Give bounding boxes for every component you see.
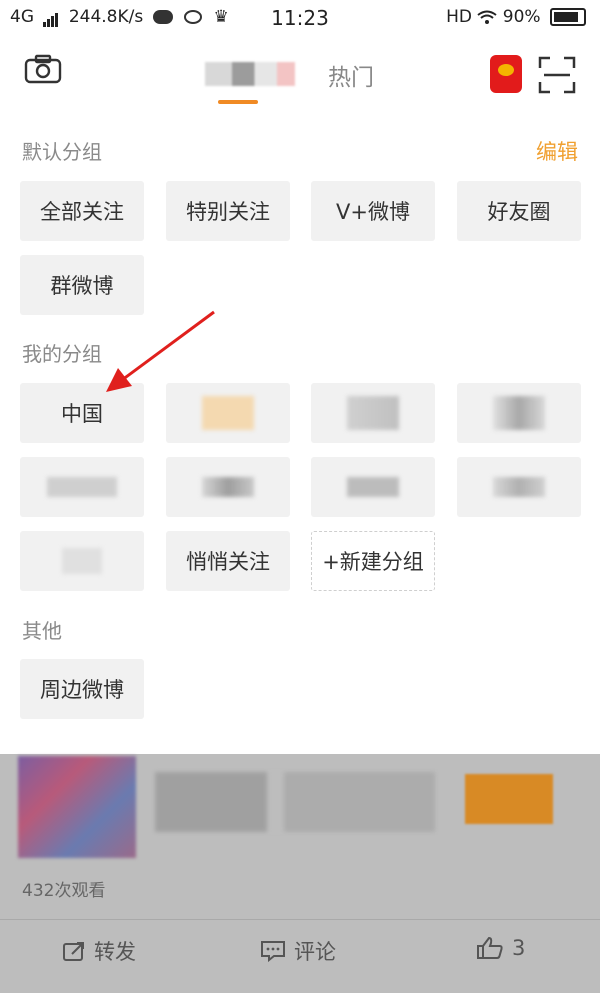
repost-icon <box>63 942 84 961</box>
scan-icon[interactable] <box>538 56 576 94</box>
tab-indicator <box>218 100 258 104</box>
group-custom-blurred[interactable] <box>457 383 581 443</box>
group-quiet-follow[interactable]: 悄悄关注 <box>166 531 290 591</box>
comment-button[interactable]: 评论 <box>260 936 336 966</box>
top-nav: 热门 <box>0 36 600 108</box>
view-count: 432次观看 <box>22 881 106 901</box>
group-custom-blurred[interactable] <box>166 457 290 517</box>
group-custom-blurred[interactable] <box>166 383 290 443</box>
feed-follow-button-blurred[interactable] <box>465 774 553 824</box>
divider <box>0 919 600 920</box>
group-nearby-weibo[interactable]: 周边微博 <box>20 659 144 719</box>
group-custom-blurred[interactable] <box>311 457 435 517</box>
feed-thumbnail[interactable] <box>18 756 136 858</box>
camera-icon[interactable] <box>24 54 62 84</box>
new-group-button[interactable]: +新建分组 <box>311 531 435 591</box>
tab-following[interactable] <box>205 62 295 86</box>
like-button[interactable]: 3 <box>476 936 525 960</box>
group-panel: 默认分组 编辑 全部关注 特别关注 V+微博 好友圈 群微博 我的分组 中国 悄… <box>0 108 600 754</box>
hd-label: HD <box>446 7 472 27</box>
group-all-follow[interactable]: 全部关注 <box>20 181 144 241</box>
group-china[interactable]: 中国 <box>20 383 144 443</box>
comment-label: 评论 <box>294 940 336 964</box>
battery-level: 90% <box>502 7 541 27</box>
battery-icon <box>550 8 586 26</box>
group-v-plus[interactable]: V+微博 <box>311 181 435 241</box>
dimmed-feed-overlay[interactable]: 432次观看 转发 评论 3 <box>0 754 600 993</box>
wifi-icon <box>477 10 498 24</box>
group-custom-blurred[interactable] <box>457 457 581 517</box>
section-default-title: 默认分组 <box>22 140 102 164</box>
group-group-weibo[interactable]: 群微博 <box>20 255 144 315</box>
section-other-title: 其他 <box>22 619 62 643</box>
status-right: HD 90% <box>446 7 586 27</box>
tab-hot[interactable]: 热门 <box>328 58 374 92</box>
group-custom-blurred[interactable] <box>311 383 435 443</box>
repost-button[interactable]: 转发 <box>62 936 136 966</box>
feed-title-blurred <box>155 772 435 832</box>
edit-button[interactable]: 编辑 <box>536 136 578 166</box>
repost-label: 转发 <box>94 940 136 964</box>
like-count: 3 <box>512 936 526 960</box>
comment-icon <box>261 941 285 962</box>
thumbs-up-icon <box>477 936 503 959</box>
group-friends[interactable]: 好友圈 <box>457 181 581 241</box>
group-custom-blurred[interactable] <box>20 531 144 591</box>
group-custom-blurred[interactable] <box>20 457 144 517</box>
group-special-follow[interactable]: 特别关注 <box>166 181 290 241</box>
status-bar: 4G 244.8K/s ♛ 11:23 HD 90% <box>0 0 600 36</box>
red-packet-icon[interactable] <box>490 55 522 93</box>
section-my-title: 我的分组 <box>22 342 102 366</box>
